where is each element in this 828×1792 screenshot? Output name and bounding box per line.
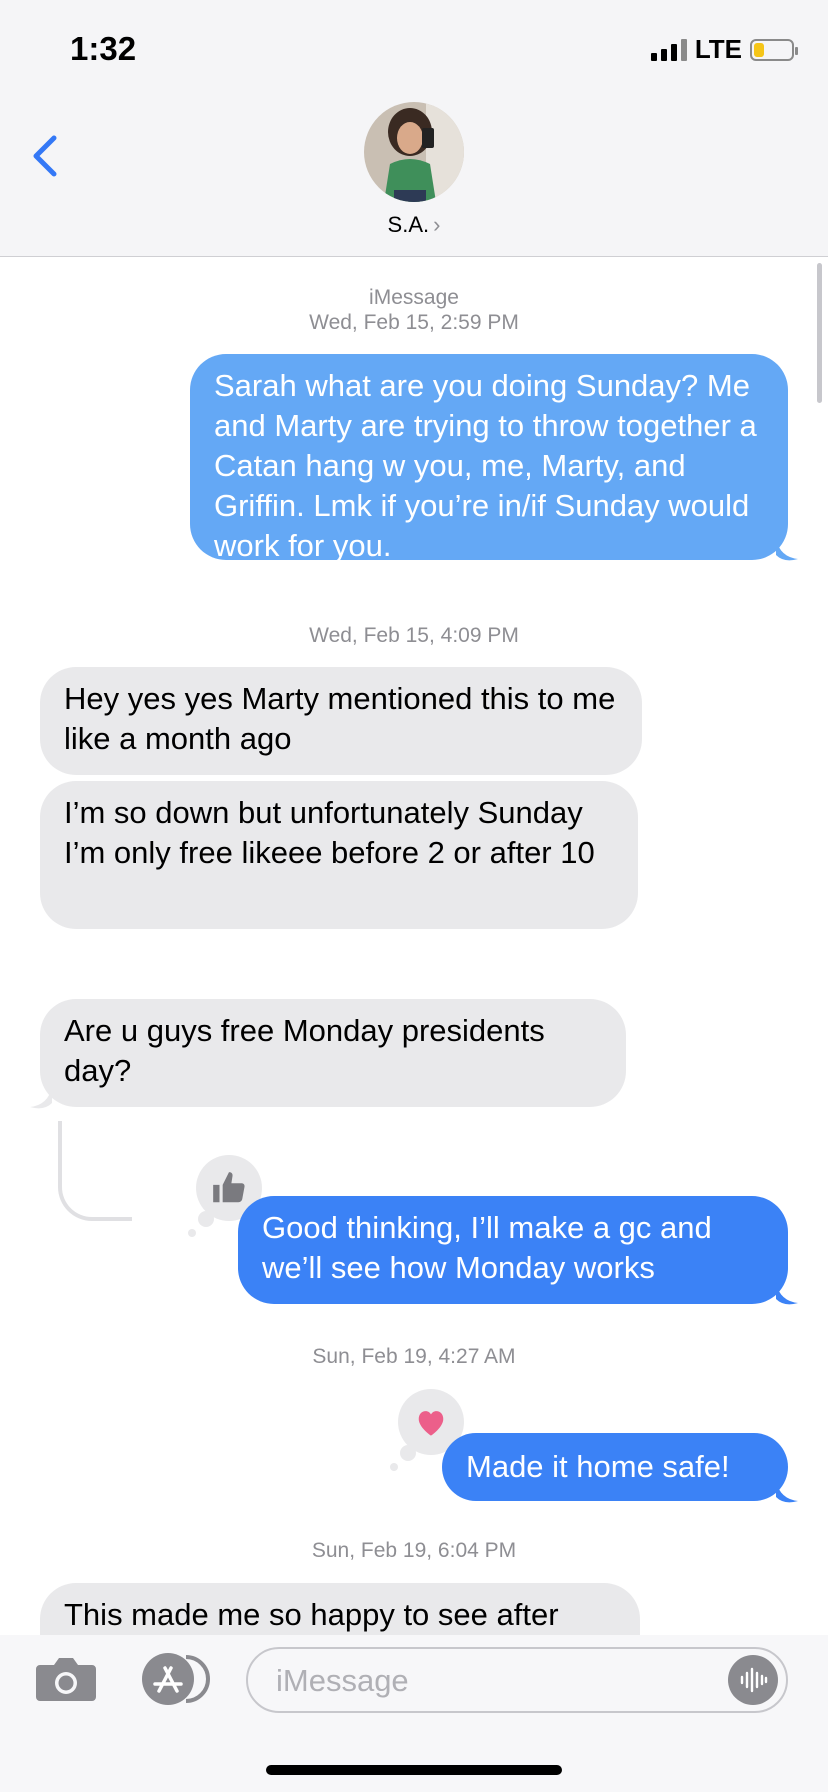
chevron-right-icon: › bbox=[433, 212, 441, 237]
contact-name-button[interactable]: S.A. › bbox=[0, 212, 828, 238]
sent-message[interactable]: Sarah what are you doing Sunday? Me and … bbox=[190, 354, 788, 563]
camera-button[interactable] bbox=[34, 1655, 98, 1703]
chevron-left-icon bbox=[33, 135, 57, 177]
audio-waveform-icon bbox=[740, 1667, 768, 1693]
bubble-tail bbox=[776, 1481, 798, 1503]
timestamp: Wed, Feb 15, 4:09 PM bbox=[309, 624, 519, 647]
bubble-tail bbox=[776, 1283, 798, 1305]
received-message[interactable]: Hey yes yes Marty mentioned this to me l… bbox=[40, 667, 642, 775]
audio-message-button[interactable] bbox=[728, 1655, 778, 1705]
received-message[interactable]: I’m so down but unfortunately Sunday I’m… bbox=[40, 781, 638, 929]
status-time: 1:32 bbox=[70, 30, 137, 67]
status-indicators: LTE bbox=[650, 34, 798, 65]
app-store-icon bbox=[142, 1653, 210, 1705]
network-label: LTE bbox=[694, 34, 742, 64]
sent-message[interactable]: Made it home safe! bbox=[442, 1433, 788, 1501]
heart-icon bbox=[418, 1411, 444, 1436]
message-thread[interactable]: iMessage Wed, Feb 15, 2:59 PM Sarah what… bbox=[0, 257, 828, 1635]
sent-message[interactable]: Good thinking, I’ll make a gc and we’ll … bbox=[238, 1196, 788, 1304]
reply-thread-line bbox=[58, 1121, 132, 1221]
signal-icon bbox=[650, 38, 687, 61]
contact-avatar[interactable] bbox=[364, 102, 464, 202]
service-label: iMessage bbox=[369, 286, 459, 309]
timestamp: Sun, Feb 19, 4:27 AM bbox=[312, 1345, 516, 1368]
message-input[interactable] bbox=[274, 1655, 718, 1707]
thumbs-up-icon bbox=[213, 1172, 245, 1203]
battery-icon bbox=[750, 38, 798, 61]
avatar-photo bbox=[364, 102, 464, 202]
back-button[interactable] bbox=[26, 126, 66, 186]
battery-level bbox=[754, 42, 764, 57]
status-bar: 1:32 LTE bbox=[0, 0, 828, 96]
received-message[interactable]: Are u guys free Monday presidents day? bbox=[40, 999, 626, 1107]
message-input-field[interactable] bbox=[246, 1647, 788, 1713]
timestamp: Wed, Feb 15, 2:59 PM bbox=[309, 311, 519, 334]
camera-icon bbox=[36, 1658, 96, 1701]
home-indicator bbox=[266, 1765, 562, 1775]
bubble-tail bbox=[776, 539, 798, 561]
contact-name: S.A. bbox=[387, 212, 430, 237]
received-message[interactable]: This made me so happy to see after bbox=[40, 1583, 640, 1635]
apps-button[interactable] bbox=[140, 1651, 212, 1707]
bubble-tail bbox=[30, 1087, 52, 1109]
timestamp: Sun, Feb 19, 6:04 PM bbox=[311, 1539, 517, 1562]
conversation-header: S.A. › bbox=[0, 96, 828, 257]
